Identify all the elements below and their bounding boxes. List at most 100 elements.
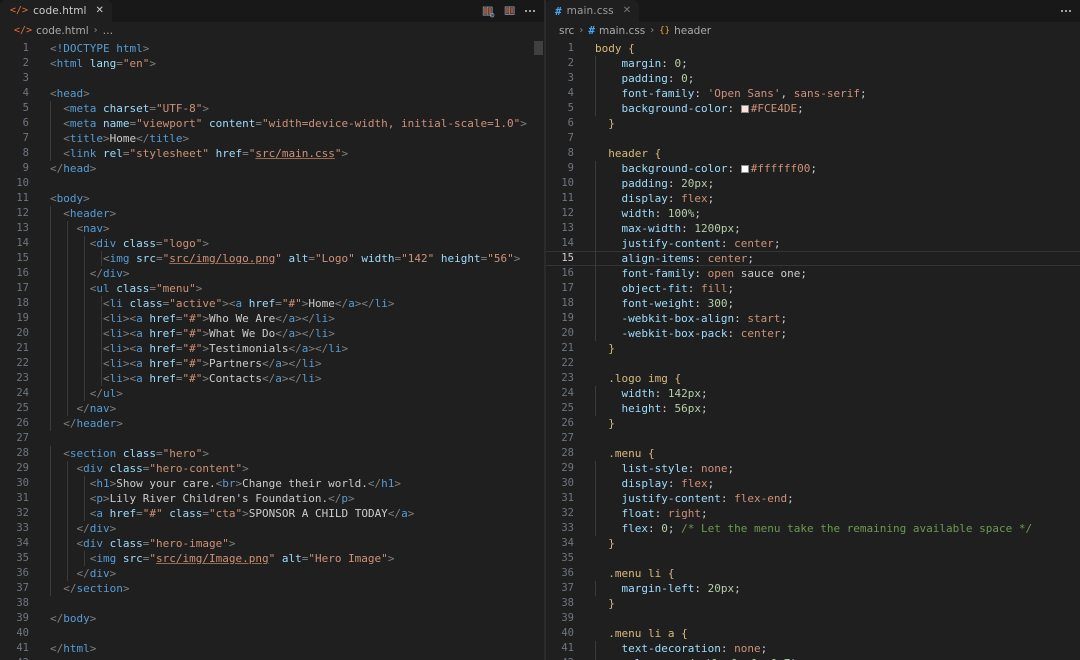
tab-main-css[interactable]: # main.css ✕ <box>545 0 639 22</box>
more-actions-icon[interactable] <box>525 10 535 12</box>
vertical-scrollbar-left[interactable] <box>533 39 544 660</box>
line-number: 10 <box>545 176 587 191</box>
line-number: 26 <box>545 416 587 431</box>
indent-guide <box>50 251 51 266</box>
indent-guide <box>595 221 596 236</box>
indent-guide <box>50 416 51 431</box>
split-editor-icon[interactable] <box>504 5 516 17</box>
code-line: 38 } <box>545 596 1080 611</box>
indent-guide <box>67 251 68 266</box>
indent-guide <box>67 551 68 566</box>
line-number: 31 <box>0 491 42 506</box>
code-line: 31 <p>Lily River Children's Foundation.<… <box>0 491 544 506</box>
split-editor-right-icon[interactable] <box>482 5 495 18</box>
indent-guide <box>595 206 596 221</box>
indent-guide <box>67 536 68 551</box>
code-line: 36 .menu li { <box>545 566 1080 581</box>
tab-label: main.css <box>567 5 614 17</box>
color-swatch[interactable] <box>741 105 749 113</box>
color-swatch[interactable] <box>741 165 749 173</box>
code-line: 3 <box>0 71 544 86</box>
code-line: 8 <link rel="stylesheet" href="src/main.… <box>0 146 544 161</box>
line-number: 12 <box>0 206 42 221</box>
scrollbar-thumb[interactable] <box>534 41 543 55</box>
breadcrumb-item-symbol[interactable]: {} header <box>659 25 711 37</box>
indent-guide <box>595 326 596 341</box>
code-line: 41 text-decoration: none; <box>545 641 1080 656</box>
code-line: 33 flex: 0; /* Let the menu take the rem… <box>545 521 1080 536</box>
indent-guide <box>101 251 102 266</box>
tab-code-html[interactable]: </> code.html ✕ <box>0 0 112 22</box>
line-number: 12 <box>545 206 587 221</box>
code-text: <!DOCTYPE html> <box>42 41 544 56</box>
code-text: </body> <box>42 611 544 626</box>
pane-divider[interactable] <box>545 0 546 660</box>
indent-guide <box>50 101 51 116</box>
indent-guide <box>101 311 102 326</box>
code-text: <section class="hero"> <box>42 446 544 461</box>
code-text: <li><a href="#">Contacts</a></li> <box>42 371 544 386</box>
code-line: 30 <h1>Show your care.<br>Change their w… <box>0 476 544 491</box>
code-text: list-style: none; <box>587 461 1080 476</box>
line-number: 19 <box>545 311 587 326</box>
line-number: 28 <box>545 446 587 461</box>
code-text: </div> <box>42 266 544 281</box>
line-number: 8 <box>545 146 587 161</box>
indent-guide <box>595 581 596 596</box>
code-line: 34 <div class="hero-image"> <box>0 536 544 551</box>
code-line: 42 color: rgba(0, 0, 0, 0.7); <box>545 656 1080 660</box>
indent-guide <box>50 506 51 521</box>
line-number: 6 <box>0 116 42 131</box>
line-number: 25 <box>0 401 42 416</box>
close-icon[interactable]: ✕ <box>96 6 104 16</box>
tabbar-left: </> code.html ✕ <box>0 0 544 22</box>
code-text: padding: 0; <box>587 71 1080 86</box>
indent-guide <box>67 506 68 521</box>
line-number: 2 <box>545 56 587 71</box>
editor-left[interactable]: 1<!DOCTYPE html>2<html lang="en">34<head… <box>0 39 544 660</box>
line-number: 22 <box>0 356 42 371</box>
code-line: 34 } <box>545 536 1080 551</box>
line-number: 22 <box>545 356 587 371</box>
indent-guide <box>84 476 85 491</box>
indent-guide <box>67 311 68 326</box>
css-file-icon: # <box>555 6 562 17</box>
vscode-window: </> code.html ✕ <box>0 0 1080 660</box>
indent-guide <box>595 641 596 656</box>
code-line: 37 margin-left: 20px; <box>545 581 1080 596</box>
more-actions-icon[interactable] <box>1061 10 1071 12</box>
indent-guide <box>50 341 51 356</box>
breadcrumb-right: src › # main.css › {} header <box>545 22 1080 39</box>
tabbar-right: # main.css ✕ <box>545 0 1080 22</box>
code-text: <h1>Show your care.<br>Change their worl… <box>42 476 544 491</box>
line-number: 11 <box>545 191 587 206</box>
close-icon[interactable]: ✕ <box>623 6 631 16</box>
editor-right[interactable]: 1body {2 margin: 0;3 padding: 0;4 font-f… <box>545 39 1080 660</box>
line-number: 39 <box>545 611 587 626</box>
line-number: 38 <box>0 596 42 611</box>
breadcrumb-item-symbol[interactable]: … <box>103 25 114 37</box>
line-number: 25 <box>545 401 587 416</box>
indent-guide <box>595 191 596 206</box>
code-line: 39 <box>545 611 1080 626</box>
editor-group-right: # main.css ✕ src › # main.css › {} heade… <box>545 0 1080 660</box>
code-line: 19 -webkit-box-align: start; <box>545 311 1080 326</box>
indent-guide <box>84 266 85 281</box>
breadcrumb-item-file[interactable]: # main.css <box>588 25 645 37</box>
vertical-scrollbar-right[interactable] <box>1069 39 1080 660</box>
code-line: 18 <li class="active"><a href="#">Home</… <box>0 296 544 311</box>
code-text: } <box>587 416 1080 431</box>
indent-guide <box>67 296 68 311</box>
code-line: 35 <box>545 551 1080 566</box>
html-file-icon: </> <box>14 26 32 36</box>
code-text: .menu li a { <box>587 626 1080 641</box>
breadcrumb-item-folder[interactable]: src <box>559 25 574 37</box>
line-number: 7 <box>545 131 587 146</box>
line-number: 33 <box>545 521 587 536</box>
indent-guide <box>67 566 68 581</box>
breadcrumb-item-file[interactable]: </> code.html <box>14 25 89 37</box>
code-line: 4 font-family: 'Open Sans', sans-serif; <box>545 86 1080 101</box>
code-text: <p>Lily River Children's Foundation.</p> <box>42 491 544 506</box>
line-number: 37 <box>545 581 587 596</box>
code-text: </ul> <box>42 386 544 401</box>
